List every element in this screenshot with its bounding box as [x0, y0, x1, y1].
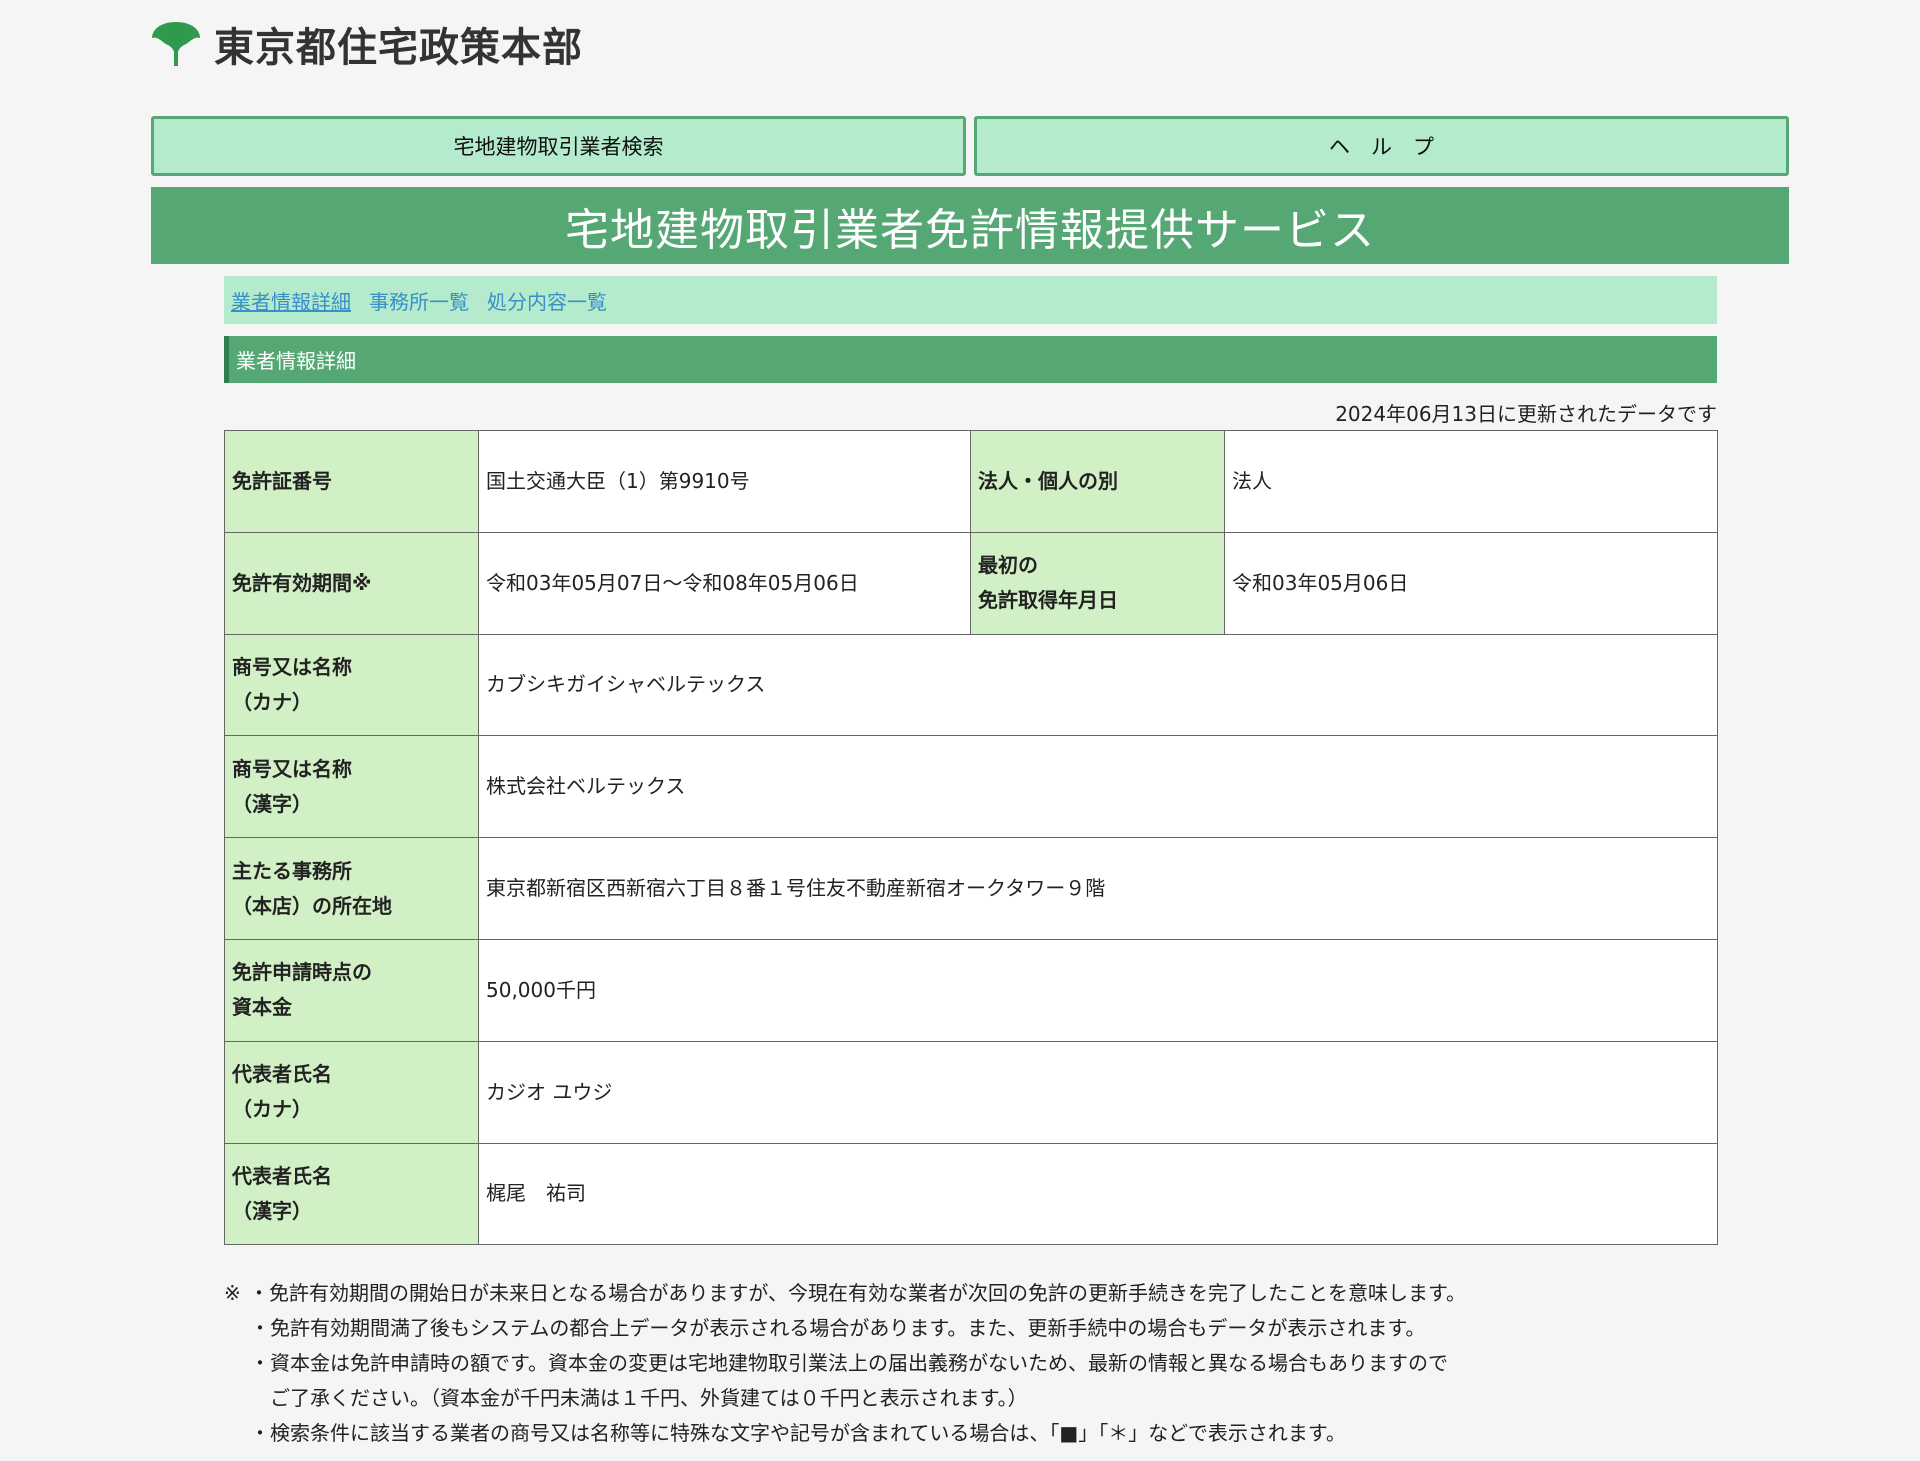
name-kana-label-line1: 商号又は名称	[232, 654, 352, 679]
name-kanji-value: 株式会社ベルテックス	[478, 735, 1718, 839]
rep-kana-label: 代表者氏名 （カナ）	[224, 1040, 479, 1144]
office-address-value: 東京都新宿区西新宿六丁目８番１号住友不動産新宿オークタワー９階	[478, 837, 1718, 940]
name-kanji-label: 商号又は名称 （漢字）	[224, 735, 479, 839]
footnote-mark: ※	[224, 1281, 241, 1305]
rep-kanji-value: 梶尾 祐司	[478, 1142, 1718, 1246]
site-header: 東京都住宅政策本部	[150, 16, 583, 72]
sub-nav: 業者情報詳細 事務所一覧 処分内容一覧	[224, 276, 1717, 324]
footnote-text-3: ・資本金は免許申請時の額です。資本金の変更は宅地建物取引業法上の届出義務がないた…	[250, 1351, 1448, 1375]
footnote-text-1: ・免許有効期間の開始日が未来日となる場合がありますが、今現在有効な業者が次回の免…	[249, 1281, 1466, 1305]
table-row: 免許証番号 国土交通大臣（1）第9910号 法人・個人の別 法人	[224, 430, 1718, 533]
table-row: 免許有効期間※ 令和03年05月07日～令和08年05月06日 最初の 免許取得…	[224, 531, 1718, 635]
name-kanji-label-line2: （漢字）	[232, 791, 312, 816]
update-note: 2024年06月13日に更新されたデータです	[1335, 402, 1717, 426]
office-address-label-line2: （本店）の所在地	[232, 893, 392, 918]
rep-kana-label-line1: 代表者氏名	[232, 1062, 332, 1087]
table-row: 代表者氏名 （漢字） 梶尾 祐司	[224, 1142, 1718, 1246]
service-banner: 宅地建物取引業者免許情報提供サービス	[151, 187, 1789, 264]
capital-label: 免許申請時点の 資本金	[224, 938, 479, 1042]
site-title[interactable]: 東京都住宅政策本部	[214, 15, 583, 73]
top-nav: 宅地建物取引業者検索 ヘ ル プ	[151, 116, 1789, 176]
sub-nav-business-details[interactable]: 業者情報詳細	[231, 286, 351, 315]
help-button[interactable]: ヘ ル プ	[974, 116, 1789, 176]
capital-label-line2: 資本金	[232, 995, 292, 1020]
office-address-label: 主たる事務所 （本店）の所在地	[224, 837, 479, 940]
first-license-label-line2: 免許取得年月日	[978, 588, 1118, 613]
license-number-value: 国土交通大臣（1）第9910号	[478, 430, 971, 533]
footnote-text-4: ご了承ください。（資本金が千円未満は１千円、外貨建ては０千円と表示されます。）	[270, 1386, 1028, 1410]
footnote-line: ※ ・免許有効期間の開始日が未来日となる場合がありますが、今現在有効な業者が次回…	[224, 1276, 1466, 1311]
business-details-table: 免許証番号 国土交通大臣（1）第9910号 法人・個人の別 法人 免許有効期間※…	[224, 430, 1718, 1246]
footnotes: ※ ・免許有効期間の開始日が未来日となる場合がありますが、今現在有効な業者が次回…	[224, 1276, 1466, 1451]
rep-kana-value: カジオ ユウジ	[478, 1040, 1718, 1144]
name-kana-label-line2: （カナ）	[232, 689, 312, 714]
footnote-text-5: ・検索条件に該当する業者の商号又は名称等に特殊な文字や記号が含まれている場合は、…	[250, 1421, 1346, 1445]
entity-type-label: 法人・個人の別	[970, 430, 1225, 533]
license-number-label: 免許証番号	[224, 430, 479, 533]
sub-nav-office-list[interactable]: 事務所一覧	[369, 286, 469, 315]
name-kana-label: 商号又は名称 （カナ）	[224, 633, 479, 737]
capital-label-line1: 免許申請時点の	[232, 960, 372, 985]
section-heading: 業者情報詳細	[224, 336, 1717, 383]
name-kanji-label-line1: 商号又は名称	[232, 756, 352, 781]
table-row: 代表者氏名 （カナ） カジオ ユウジ	[224, 1040, 1718, 1144]
entity-type-value: 法人	[1224, 430, 1718, 533]
validity-value: 令和03年05月07日～令和08年05月06日	[478, 531, 971, 635]
capital-value: 50,000千円	[478, 938, 1718, 1042]
table-row: 商号又は名称 （漢字） 株式会社ベルテックス	[224, 735, 1718, 839]
search-button[interactable]: 宅地建物取引業者検索	[151, 116, 966, 176]
validity-label: 免許有効期間※	[224, 531, 479, 635]
table-row: 免許申請時点の 資本金 50,000千円	[224, 938, 1718, 1042]
rep-kanji-label: 代表者氏名 （漢字）	[224, 1142, 479, 1246]
name-kana-value: カブシキガイシャベルテックス	[478, 633, 1718, 737]
footnote-text-2: ・免許有効期間満了後もシステムの都合上データが表示される場合があります。また、更…	[250, 1316, 1426, 1340]
first-license-label: 最初の 免許取得年月日	[970, 531, 1225, 635]
sub-nav-disposition-list[interactable]: 処分内容一覧	[487, 286, 607, 315]
rep-kanji-label-line1: 代表者氏名	[232, 1163, 332, 1188]
table-row: 主たる事務所 （本店）の所在地 東京都新宿区西新宿六丁目８番１号住友不動産新宿オ…	[224, 837, 1718, 940]
ginkgo-leaf-icon[interactable]	[150, 18, 202, 70]
first-license-value: 令和03年05月06日	[1224, 531, 1718, 635]
table-row: 商号又は名称 （カナ） カブシキガイシャベルテックス	[224, 633, 1718, 737]
office-address-label-line1: 主たる事務所	[232, 858, 352, 883]
rep-kana-label-line2: （カナ）	[232, 1097, 312, 1122]
rep-kanji-label-line2: （漢字）	[232, 1198, 312, 1223]
first-license-label-line1: 最初の	[978, 553, 1038, 578]
